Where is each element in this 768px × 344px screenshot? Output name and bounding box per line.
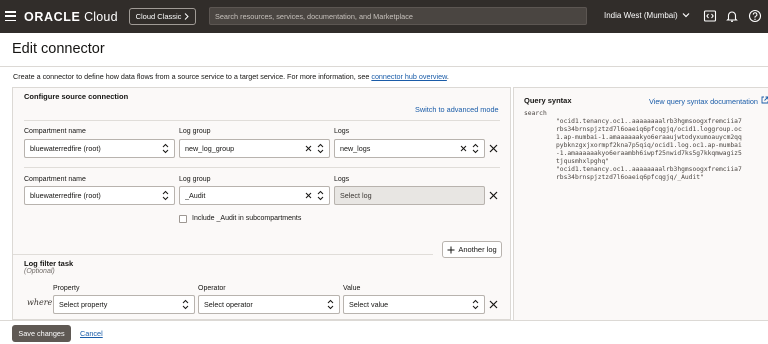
include-audit-label: Include _Audit in subcompartments [192, 215, 302, 222]
operator-select[interactable]: Select operator [198, 295, 340, 314]
header-divider [0, 66, 768, 67]
log-group-select[interactable]: new_log_group [179, 139, 330, 158]
query-syntax-title: Query syntax [524, 96, 572, 105]
sort-caret-icon [472, 143, 479, 154]
help-icon[interactable] [748, 9, 762, 23]
region-selector[interactable]: India West (Mumbai) [604, 11, 690, 20]
section-title: Configure source connection [24, 92, 129, 101]
another-log-button[interactable]: Another log [442, 241, 502, 258]
footer-bar [0, 320, 768, 344]
query-line: "ocid1.tenancy.oc1..aaaaaaaalrb3hgmsoogx… [556, 118, 742, 125]
notifications-icon[interactable] [725, 9, 739, 23]
query-line: rbs34brnspjztzd7l6oaeiq6pfcqgjq/_Audit" [556, 174, 704, 181]
page-title: Edit connector [12, 41, 105, 57]
value-select[interactable]: Select value [343, 295, 485, 314]
logs-label: Logs [334, 128, 350, 135]
cancel-link[interactable]: Cancel [80, 329, 103, 338]
sort-caret-icon [327, 299, 334, 310]
row-divider [24, 167, 500, 168]
remove-row-icon[interactable] [489, 191, 498, 200]
logs-label: Logs [334, 176, 350, 183]
property-select[interactable]: Select property [53, 295, 195, 314]
top-navigation-bar: ORACLE Cloud Cloud Classic Search resour… [0, 0, 768, 33]
connector-hub-overview-link[interactable]: connector hub overview [371, 72, 447, 81]
query-line: -1.amaaaaaakyo6eraambh6iwpf25nwid7ks5g7k… [556, 150, 742, 157]
cloud-classic-button[interactable]: Cloud Classic [129, 8, 196, 25]
log-filter-title: Log filter task [24, 259, 74, 268]
chevron-down-icon [682, 13, 690, 18]
sort-caret-icon [317, 190, 324, 201]
section-divider [13, 254, 433, 255]
logs-select[interactable]: new_logs [334, 139, 485, 158]
menu-icon[interactable] [5, 11, 16, 21]
log-group-label: Log group [179, 176, 211, 183]
property-label: Property [53, 285, 80, 292]
plus-icon [447, 246, 455, 253]
sort-caret-icon [162, 190, 169, 201]
page-header [0, 33, 768, 65]
query-line: tjqusmhxlpghq" [556, 158, 610, 165]
value-label: Value [343, 285, 361, 292]
query-line: 1.ap-mumbai-1.amaaaaaakyo6eraaujwtodyxum… [556, 134, 742, 141]
compartment-select[interactable]: bluewaterredfire (root) [24, 186, 175, 205]
logs-select[interactable]: Select log [334, 186, 485, 205]
query-line: rbs34brnspjztzd7l6oaeiq6pfcqgjq/ocid1.lo… [556, 126, 742, 133]
sort-caret-icon [182, 299, 189, 310]
query-syntax-documentation-link[interactable]: View query syntax documentation [649, 96, 768, 106]
optional-label: (Optional) [24, 268, 55, 275]
include-audit-checkbox[interactable] [179, 215, 187, 223]
remove-filter-icon[interactable] [489, 300, 498, 309]
log-group-select[interactable]: _Audit [179, 186, 330, 205]
clear-icon[interactable] [305, 145, 312, 152]
sort-caret-icon [472, 299, 479, 310]
switch-advanced-mode-link[interactable]: Switch to advanced mode [415, 105, 499, 114]
sort-caret-icon [317, 143, 324, 154]
clear-icon[interactable] [305, 192, 312, 199]
global-search-input[interactable]: Search resources, services, documentatio… [209, 7, 587, 25]
save-changes-button[interactable]: Save changes [12, 325, 71, 342]
intro-text: Create a connector to define how data fl… [13, 72, 449, 81]
clear-icon[interactable] [460, 145, 467, 152]
chevron-right-icon [185, 13, 190, 20]
row-divider [24, 120, 500, 121]
external-link-icon [761, 96, 768, 104]
operator-label: Operator [198, 285, 226, 292]
query-line: pybknzgxjxormpf2kna7p5qiq/ocid1.log.oc1.… [556, 142, 742, 149]
where-label: where [27, 298, 53, 307]
sort-caret-icon [162, 143, 169, 154]
developer-tools-icon[interactable] [703, 9, 717, 23]
oracle-cloud-logo[interactable]: ORACLE Cloud [24, 10, 118, 24]
compartment-label: Compartment name [24, 176, 86, 183]
query-line-search: search [524, 110, 547, 117]
compartment-label: Compartment name [24, 128, 86, 135]
remove-row-icon[interactable] [489, 144, 498, 153]
source-configuration-panel: Configure source connection Switch to ad… [12, 87, 511, 320]
query-line: "ocid1.tenancy.oc1..aaaaaaaalrb3hgmsoogx… [556, 166, 742, 173]
query-syntax-panel: Query syntax View query syntax documenta… [513, 87, 768, 320]
log-group-label: Log group [179, 128, 211, 135]
compartment-select[interactable]: bluewaterredfire (root) [24, 139, 175, 158]
